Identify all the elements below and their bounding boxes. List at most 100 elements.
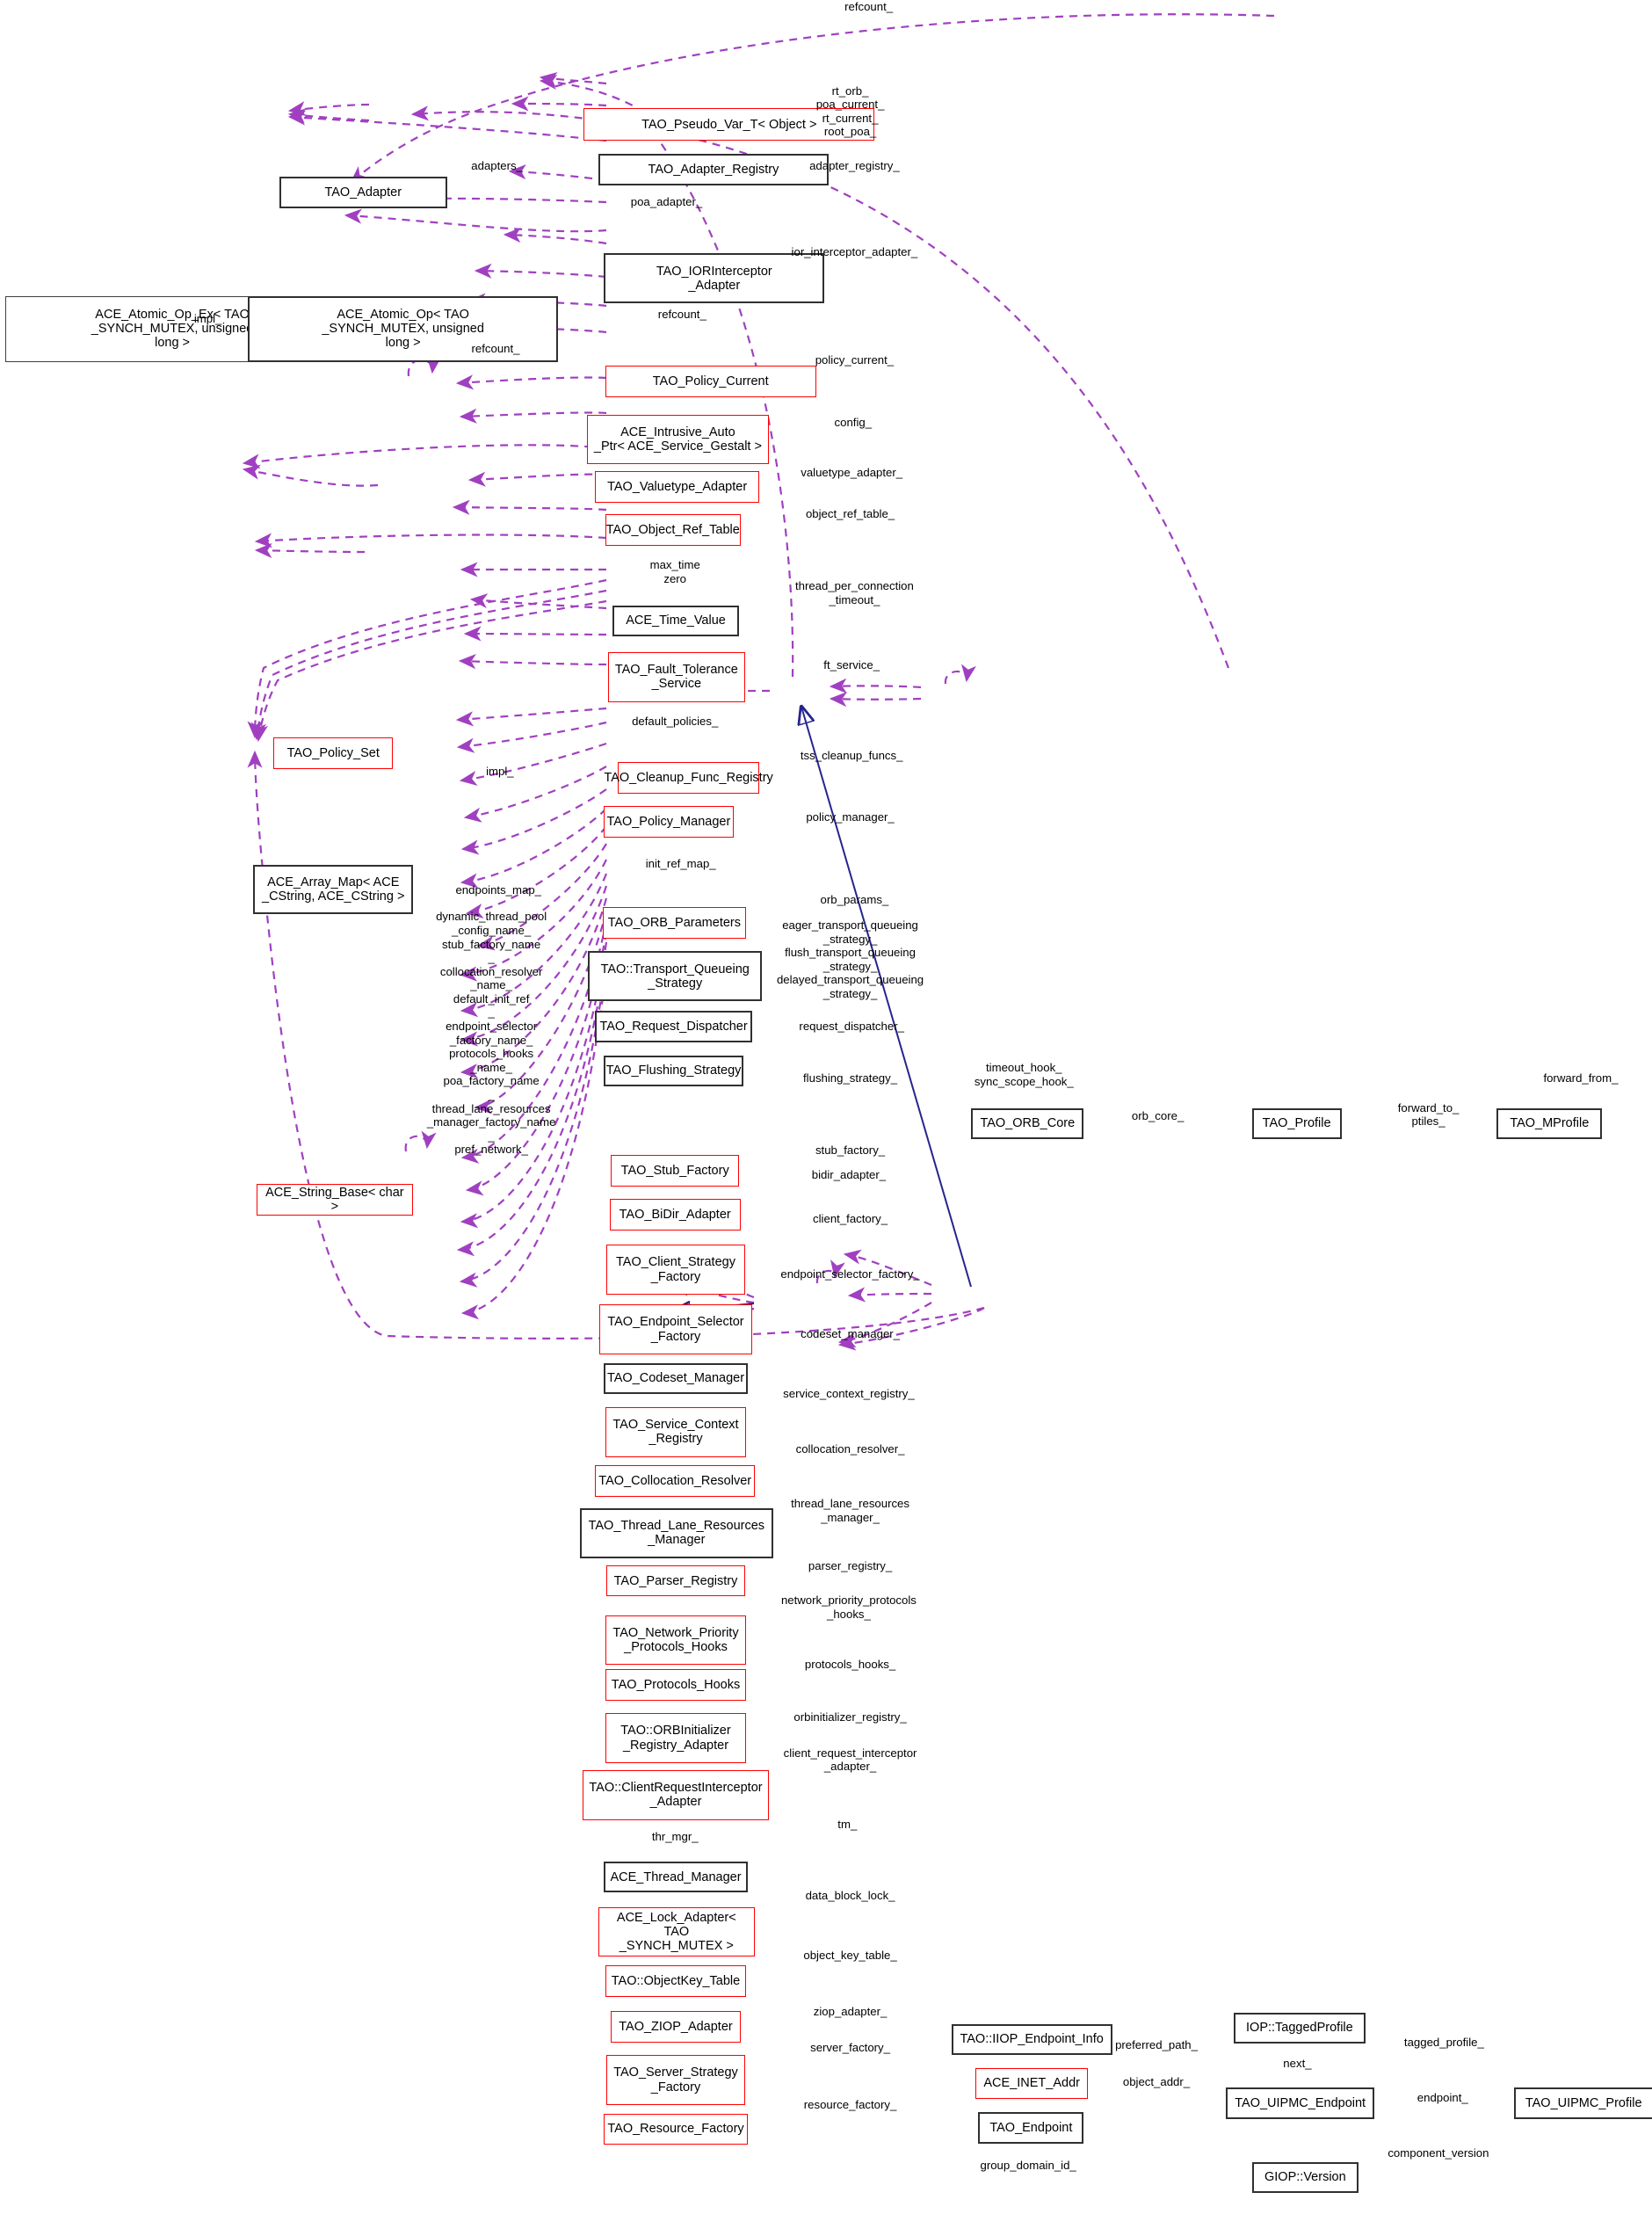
class-node-tao_object_ref_table[interactable]: TAO_Object_Ref_Table	[605, 513, 741, 546]
edge-label: ft_service_	[823, 657, 880, 672]
edge-label: refcount_	[657, 308, 706, 321]
class-node-giop_version[interactable]: GIOP::Version	[1251, 2161, 1359, 2194]
edge-label: object_key_table_	[803, 1948, 897, 1962]
class-node-tao_orb_core[interactable]: TAO_ORB_Core	[971, 1107, 1084, 1140]
class-node-tao_transport_queueing_strategy[interactable]: TAO::Transport_Queueing _Strategy	[588, 951, 763, 1002]
edge-label: data_block_lock_	[805, 1888, 895, 1902]
edge-label: endpoint_selector_factory_	[780, 1267, 920, 1281]
edge-label: collocation_resolver_	[795, 1442, 905, 1456]
edge-label: bidir_adapter_	[811, 1167, 887, 1181]
edge-label: tss_cleanup_funcs_	[800, 749, 903, 763]
edge-label: config_	[834, 416, 873, 430]
class-node-tao_clientrequestinterceptor_adapter[interactable]: TAO::ClientRequestInterceptor _Adapter	[582, 1770, 770, 1820]
edge-label: policy_current_	[815, 352, 895, 367]
class-node-tao_profile[interactable]: TAO_Profile	[1251, 1107, 1342, 1140]
class-node-ace_thread_manager[interactable]: ACE_Thread_Manager	[604, 1861, 748, 1893]
class-node-tao_cleanup_func_registry[interactable]: TAO_Cleanup_Func_Registry	[604, 761, 773, 794]
edge-label: protocols_hooks_	[804, 1658, 896, 1672]
edge-label: flushing_strategy_	[803, 1071, 898, 1085]
edge-label: service_context_registry_	[783, 1387, 915, 1401]
class-node-tao_uipmc_profile[interactable]: TAO_UIPMC_Profile	[1513, 2087, 1652, 2120]
class-node-tao_objectkey_table[interactable]: TAO::ObjectKey_Table	[605, 1965, 747, 1997]
class-node-ace_intrusive_auto_ptr[interactable]: ACE_Intrusive_Auto _Ptr< ACE_Service_Ges…	[586, 414, 770, 465]
edge-label: eager_transport_queueing _strategy_ flus…	[776, 918, 924, 1001]
class-node-tao_stub_factory[interactable]: TAO_Stub_Factory	[611, 1155, 740, 1187]
edge-label: preferred_path_	[1115, 2037, 1198, 2051]
edge-label: adapter_registry_	[809, 159, 900, 173]
class-node-tao_orb_parameters[interactable]: TAO_ORB_Parameters	[602, 907, 747, 939]
edge-label: impl_	[193, 311, 222, 325]
edge-label: orbinitializer_registry_	[793, 1710, 907, 1724]
class-node-tao_collocation_resolver[interactable]: TAO_Collocation_Resolver	[595, 1465, 755, 1497]
edge-label: client_factory_	[813, 1211, 888, 1225]
class-node-tao_endpoint_selector_factory[interactable]: TAO_Endpoint_Selector _Factory	[599, 1304, 752, 1354]
edge-label: network_priority_protocols _hooks_	[780, 1594, 917, 1621]
class-node-tao_service_context_registry[interactable]: TAO_Service_Context _Registry	[605, 1406, 747, 1457]
class-node-tao_parser_registry[interactable]: TAO_Parser_Registry	[606, 1564, 745, 1597]
class-node-tao_mprofile[interactable]: TAO_MProfile	[1496, 1107, 1603, 1140]
edge-label: max_time zero	[649, 558, 700, 585]
edge-label: client_request_interceptor _adapter_	[783, 1746, 917, 1774]
edge-label: valuetype_adapter_	[801, 465, 903, 479]
edge-label: forward_to_ ptiles_	[1397, 1100, 1460, 1129]
class-node-tao_bidir_adapter[interactable]: TAO_BiDir_Adapter	[609, 1199, 741, 1231]
class-node-tao_orbinitializer_registry_adapter[interactable]: TAO::ORBInitializer _Registry_Adapter	[605, 1713, 747, 1764]
edge-label: forward_from_	[1543, 1071, 1619, 1085]
edge-label: tagged_profile_	[1403, 2035, 1484, 2049]
edge-label: adapters_	[471, 159, 523, 173]
edge-label: thread_lane_resources _manager_	[791, 1497, 909, 1524]
class-node-tao_codeset_manager[interactable]: TAO_Codeset_Manager	[604, 1362, 748, 1395]
edge-label: timeout_hook_ sync_scope_hook_	[974, 1061, 1074, 1088]
class-node-tao_client_strategy_factory[interactable]: TAO_Client_Strategy _Factory	[606, 1245, 745, 1295]
class-node-tao_iiop_endpoint_info[interactable]: TAO::IIOP_Endpoint_Info	[951, 2023, 1112, 2056]
edge-label: stub_factory_	[815, 1143, 886, 1158]
edge-label: dynamic_thread_pool _config_name_ stub_f…	[426, 910, 556, 1157]
edge-label: codeset_manager_	[801, 1327, 900, 1341]
class-node-ace_lock_adapter[interactable]: ACE_Lock_Adapter< TAO _SYNCH_MUTEX >	[598, 1906, 755, 1957]
edge-label: thr_mgr_	[651, 1830, 699, 1844]
edge-label: refcount_	[471, 341, 520, 355]
class-node-ace_string_base[interactable]: ACE_String_Base< char >	[256, 1183, 413, 1216]
edge-label: object_ref_table_	[805, 506, 895, 520]
class-node-tao_iorinterceptor_adapter[interactable]: TAO_IORInterceptor _Adapter	[604, 253, 825, 304]
class-node-tao_ziop_adapter[interactable]: TAO_ZIOP_Adapter	[611, 2010, 741, 2043]
collaboration-diagram: ACE_Atomic_Op_Ex< TAO _SYNCH_MUTEX, unsi…	[0, 0, 1652, 2236]
edge-label: object_addr_	[1122, 2074, 1191, 2088]
class-node-ace_array_map[interactable]: ACE_Array_Map< ACE _CString, ACE_CString…	[253, 864, 413, 915]
edge-label: thread_per_connection _timeout_	[794, 579, 914, 607]
edge-label: component_version	[1388, 2145, 1489, 2160]
edge-label: policy_manager_	[806, 809, 895, 824]
class-node-tao_adapter_registry[interactable]: TAO_Adapter_Registry	[598, 154, 830, 185]
class-node-tao_network_priority_protocols_hooks[interactable]: TAO_Network_Priority _Protocols_Hooks	[605, 1615, 747, 1666]
class-node-ace_inet_addr[interactable]: ACE_INET_Addr	[975, 2067, 1089, 2100]
class-node-tao_protocols_hooks[interactable]: TAO_Protocols_Hooks	[605, 1669, 747, 1701]
edge-label: request_dispatcher_	[799, 1020, 904, 1034]
class-node-tao_server_strategy_factory[interactable]: TAO_Server_Strategy _Factory	[606, 2055, 745, 2105]
class-node-tao_endpoint[interactable]: TAO_Endpoint	[978, 2112, 1084, 2144]
edge-label: endpoint_	[1417, 2090, 1468, 2104]
class-node-tao_policy_manager[interactable]: TAO_Policy_Manager	[604, 806, 734, 838]
class-node-iop_taggedprofile[interactable]: IOP::TaggedProfile	[1233, 2012, 1366, 2044]
class-node-tao_policy_current[interactable]: TAO_Policy_Current	[605, 366, 816, 398]
edge-label: default_policies_	[632, 715, 719, 729]
class-node-tao_adapter[interactable]: TAO_Adapter	[279, 176, 447, 208]
class-node-tao_uipmc_endpoint[interactable]: TAO_UIPMC_Endpoint	[1226, 2087, 1374, 2120]
edge-label: poa_adapter_	[630, 194, 703, 208]
edge-label: parser_registry_	[808, 1559, 893, 1573]
edge-label: resource_factory_	[803, 2097, 897, 2111]
edge-label: orb_params_	[820, 892, 889, 906]
edge-label: server_factory_	[810, 2041, 890, 2054]
edge-label: next_	[1283, 2056, 1312, 2070]
class-node-tao_request_dispatcher[interactable]: TAO_Request_Dispatcher	[595, 1011, 752, 1043]
edge-label: group_domain_id_	[980, 2159, 1076, 2173]
class-node-tao_policy_set[interactable]: TAO_Policy_Set	[273, 737, 394, 769]
class-node-ace_time_value[interactable]: ACE_Time_Value	[612, 605, 740, 637]
edge-label: ziop_adapter_	[813, 2005, 888, 2019]
class-node-tao_valuetype_adapter[interactable]: TAO_Valuetype_Adapter	[595, 471, 759, 503]
class-node-tao_flushing_strategy[interactable]: TAO_Flushing_Strategy	[604, 1055, 743, 1087]
class-node-tao_fault_tolerance_service[interactable]: TAO_Fault_Tolerance _Service	[608, 652, 745, 702]
edge-label: endpoints_map_	[455, 882, 541, 897]
edge-label: init_ref_map_	[645, 857, 716, 871]
class-node-tao_resource_factory[interactable]: TAO_Resource_Factory	[604, 2113, 748, 2145]
class-node-tao_thread_lane_resources_manager[interactable]: TAO_Thread_Lane_Resources _Manager	[579, 1507, 774, 1558]
